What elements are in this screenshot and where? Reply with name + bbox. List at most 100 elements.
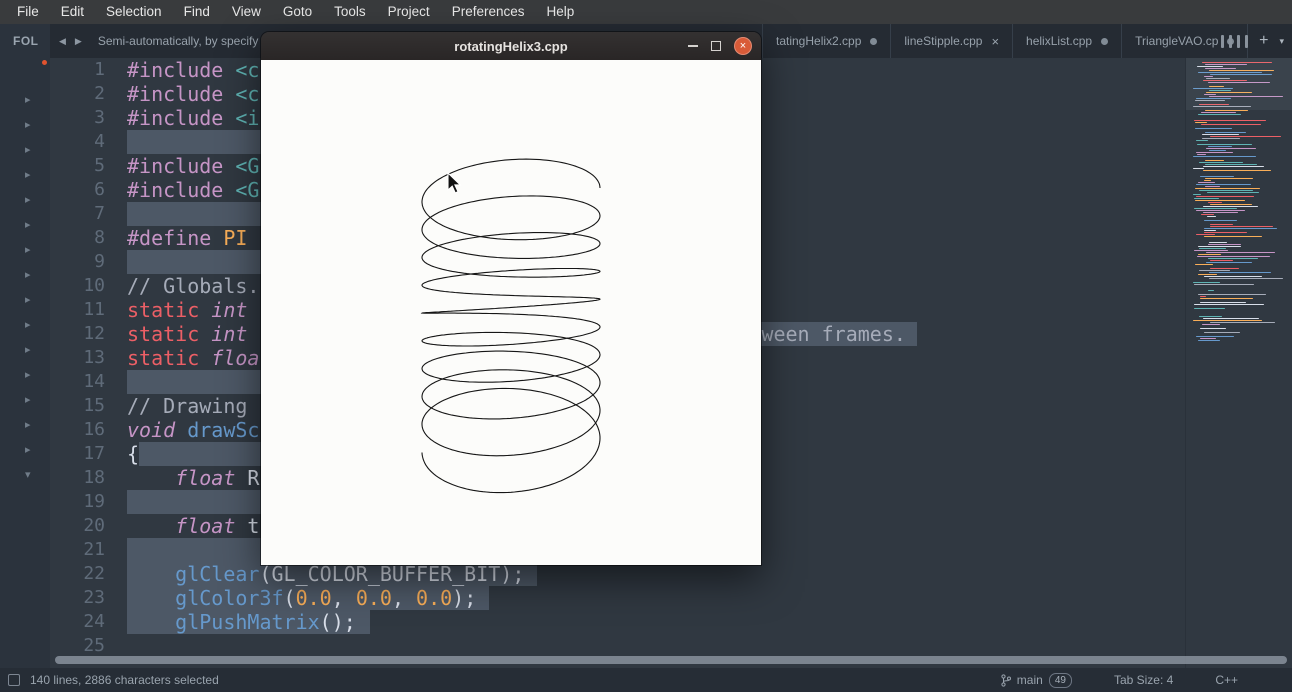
menu-goto[interactable]: Goto: [272, 0, 323, 24]
code-token: float: [175, 514, 236, 538]
nav-forward-icon[interactable]: ▶: [75, 36, 82, 47]
code-token: float: [175, 466, 236, 490]
code-token: glColor3f: [175, 586, 284, 610]
tree-item-collapsed[interactable]: ▸: [0, 238, 50, 263]
code-line[interactable]: 22 glClear(GL_COLOR_BUFFER_BIT);: [50, 562, 1185, 586]
code-token: drawSc: [187, 418, 260, 442]
tree-item-collapsed[interactable]: ▸: [0, 263, 50, 288]
close-button[interactable]: ×: [734, 37, 752, 55]
line-number: 12: [83, 323, 105, 344]
tree-item-collapsed[interactable]: ▸: [0, 438, 50, 463]
tab-tatinghelix2-cpp[interactable]: tatingHelix2.cpp: [762, 24, 892, 58]
tab-label: helixList.cpp: [1026, 34, 1093, 48]
tab-overflow-icon[interactable]: ▾: [1279, 36, 1284, 47]
tree-item-collapsed[interactable]: ▸: [0, 313, 50, 338]
menu-tools[interactable]: Tools: [323, 0, 377, 24]
layout-columns-icon[interactable]: [1221, 34, 1249, 48]
tree-item-collapsed[interactable]: ▸: [0, 413, 50, 438]
menu-help[interactable]: Help: [536, 0, 586, 24]
code-token: static: [127, 346, 200, 370]
tab-size-setting[interactable]: Tab Size: 4: [1114, 673, 1173, 687]
code-line[interactable]: 24 glPushMatrix();: [50, 610, 1185, 634]
minimize-button[interactable]: [688, 45, 698, 47]
code-line[interactable]: 25: [50, 634, 1185, 658]
gl-canvas[interactable]: [261, 60, 761, 565]
modified-dot-icon[interactable]: [1101, 37, 1109, 45]
line-number: 6: [94, 179, 105, 200]
tab-linestipple-cpp[interactable]: lineStipple.cpp ×: [891, 24, 1014, 58]
git-branch-icon: [1001, 673, 1011, 687]
code-token: glClear: [175, 562, 260, 586]
git-branch[interactable]: main 49: [1001, 672, 1072, 688]
nav-back-icon[interactable]: ◀: [59, 36, 66, 47]
folder-tree: ▸ ▸ ▸ ▸ ▸ ▸ ▸ ▸ ▸ ▸ ▸ ▸ ▸ ▸ ▸ ▾: [0, 88, 50, 488]
gl-window-titlebar[interactable]: rotatingHelix3.cpp ×: [261, 32, 761, 60]
menu-project[interactable]: Project: [377, 0, 441, 24]
tabbar-actions: + ▾: [1221, 24, 1284, 58]
line-number: 8: [94, 227, 105, 248]
menu-file[interactable]: File: [6, 0, 50, 24]
code-token: #define: [127, 226, 212, 250]
tab-label: tatingHelix2.cpp: [776, 34, 862, 48]
menu-find[interactable]: Find: [173, 0, 221, 24]
code-token: 0.0: [416, 586, 453, 610]
menu-view[interactable]: View: [221, 0, 272, 24]
line-number: 5: [94, 155, 105, 176]
line-number: 19: [83, 491, 105, 512]
tree-item-collapsed[interactable]: ▸: [0, 388, 50, 413]
tree-item-expanded[interactable]: ▾: [0, 463, 50, 488]
status-bar: 140 lines, 2886 characters selected main…: [0, 668, 1292, 692]
language-mode[interactable]: C++: [1215, 673, 1238, 687]
tabs-group: tatingHelix2.cpp lineStipple.cpp × helixLis…: [762, 24, 1249, 58]
line-number: 1: [94, 59, 105, 80]
minimap[interactable]: [1185, 58, 1292, 668]
code-token: (GL_COLOR_BUFFER_BIT);: [259, 562, 525, 586]
new-tab-button[interactable]: +: [1259, 33, 1268, 49]
menu-preferences[interactable]: Preferences: [441, 0, 536, 24]
code-token: static: [127, 298, 200, 322]
line-number: 24: [83, 611, 105, 632]
code-token: R: [235, 466, 260, 490]
selection-mode-icon[interactable]: [8, 674, 20, 686]
line-number: 20: [83, 515, 105, 536]
tree-item-collapsed[interactable]: ▸: [0, 163, 50, 188]
tree-item-collapsed[interactable]: ▸: [0, 113, 50, 138]
menu-selection[interactable]: Selection: [95, 0, 173, 24]
close-tab-icon[interactable]: ×: [991, 35, 999, 48]
code-line[interactable]: 23 glColor3f(0.0, 0.0, 0.0);: [50, 586, 1185, 610]
code-token: {: [127, 442, 140, 466]
branch-badge: 49: [1048, 672, 1072, 688]
tab-label-partial[interactable]: Semi-automatically, by specify: [98, 34, 259, 48]
gl-window: rotatingHelix3.cpp ×: [261, 32, 761, 565]
tree-item-collapsed[interactable]: ▸: [0, 338, 50, 363]
line-number: 4: [94, 131, 105, 152]
code-content: glClear(GL_COLOR_BUFFER_BIT);: [105, 562, 1185, 586]
line-number: 13: [83, 347, 105, 368]
tree-item-collapsed[interactable]: ▸: [0, 213, 50, 238]
modified-dot-icon[interactable]: [870, 37, 878, 45]
code-token: (: [283, 586, 296, 610]
tree-item-collapsed[interactable]: ▸: [0, 138, 50, 163]
code-token: #include: [127, 154, 224, 178]
maximize-button[interactable]: [711, 41, 721, 51]
tree-item-collapsed[interactable]: ▸: [0, 88, 50, 113]
tab-helixlist-cpp[interactable]: helixList.cpp: [1013, 24, 1123, 58]
minimap-viewport[interactable]: [1186, 58, 1292, 110]
code-token: // Drawing: [127, 394, 248, 418]
horizontal-scrollbar[interactable]: [55, 656, 1287, 664]
tree-item-collapsed[interactable]: ▸: [0, 363, 50, 388]
status-right: main 49 Tab Size: 4 C++: [1001, 672, 1238, 688]
tab-label: TriangleVAO.cp: [1135, 34, 1219, 48]
status-left: 140 lines, 2886 characters selected: [8, 673, 219, 687]
helix-drawing: [420, 158, 601, 494]
tree-item-collapsed[interactable]: ▸: [0, 188, 50, 213]
menu-edit[interactable]: Edit: [50, 0, 95, 24]
tree-item-collapsed[interactable]: ▸: [0, 288, 50, 313]
code-token: #include: [127, 82, 224, 106]
